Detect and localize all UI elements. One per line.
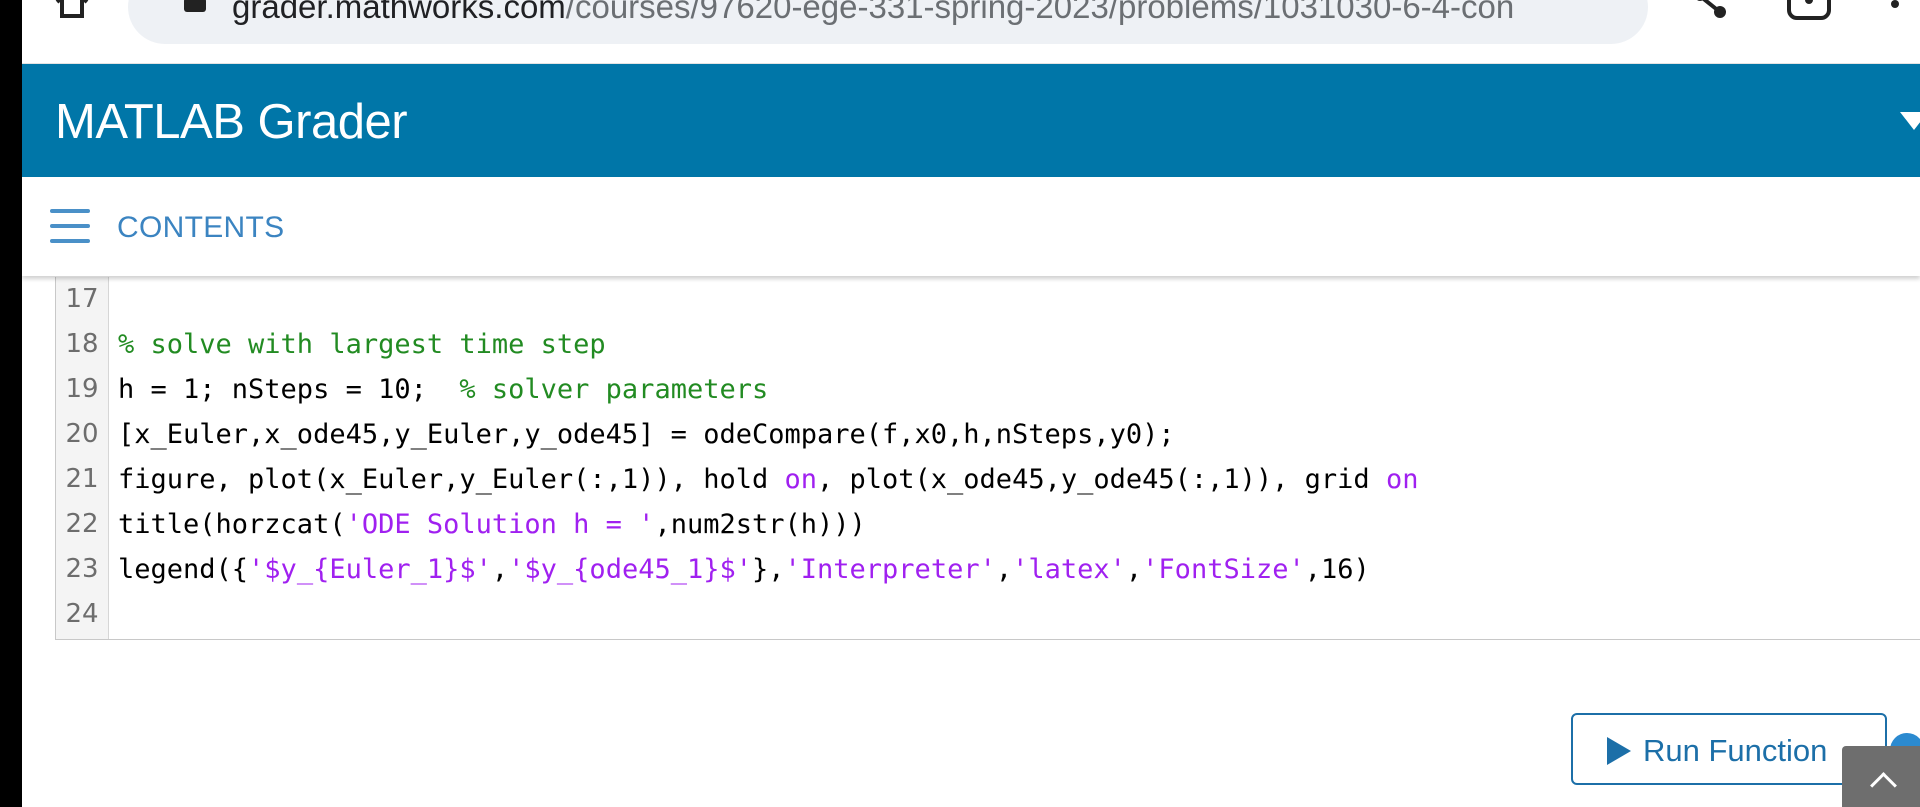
code-token-keyword: on (784, 464, 817, 495)
code-line[interactable]: 17 (56, 277, 1920, 322)
line-code: legend({'$y_{Euler_1}$','$y_{ode45_1}$'}… (118, 547, 1370, 592)
code-token-plain: }, (752, 554, 785, 585)
code-token-plain: ,16) (1304, 554, 1370, 585)
line-code: title(horzcat('ODE Solution h = ',num2st… (118, 502, 866, 547)
code-token-string: '$y_{Euler_1}$' (248, 554, 492, 585)
code-token-string: 'latex' (1012, 554, 1126, 585)
code-token-string: 'FontSize' (1142, 554, 1305, 585)
line-number: 20 (65, 419, 99, 449)
code-token-plain: title(horzcat( (118, 509, 346, 540)
line-number: 23 (65, 554, 99, 584)
app-title: MATLAB Grader (55, 95, 408, 149)
run-function-label: Run Function (1643, 733, 1828, 768)
line-code: % solve with largest time step (118, 322, 606, 367)
code-token-keyword: on (1385, 464, 1419, 495)
code-token-plain: figure, plot(x_Euler,y_Euler(:,1)), hold (118, 464, 785, 495)
line-number: 22 (65, 509, 99, 539)
line-number: 24 (65, 599, 99, 629)
menu-dots-icon[interactable] (1888, 0, 1902, 22)
code-line[interactable]: 21 figure, plot(x_Euler,y_Euler(:,1)), ho… (56, 457, 1920, 502)
code-token-plain: h = 1; nSteps = 10; (118, 374, 460, 405)
share-icon[interactable] (1690, 0, 1730, 22)
code-token-comment: % solver parameters (459, 374, 769, 405)
url-host: grader.mathworks.com (232, 0, 566, 25)
code-line[interactable]: 24 (56, 592, 1920, 637)
app-header: MATLAB Grader (22, 64, 1920, 177)
lock-icon (184, 0, 206, 12)
caret-down-icon[interactable] (1900, 112, 1920, 130)
play-icon (1607, 737, 1631, 765)
code-line[interactable]: 18 % solve with largest time step (56, 322, 1920, 367)
page: grader.mathworks.com/courses/97620-ege-3… (22, 0, 1920, 807)
code-line[interactable]: 19 h = 1; nSteps = 10; % solver parameter… (56, 367, 1920, 412)
lens-icon[interactable] (1786, 0, 1832, 22)
code-token-plain: legend({ (118, 554, 249, 585)
line-code: h = 1; nSteps = 10; % solver parameters (118, 367, 768, 412)
run-function-button[interactable]: Run Function (1571, 713, 1887, 785)
code-editor[interactable]: 17 18 % solve with largest time step 19 h = … (55, 277, 1920, 640)
address-bar[interactable]: grader.mathworks.com/courses/97620-ege-3… (128, 0, 1648, 44)
code-token-string: 'Interpreter' (784, 554, 996, 585)
contents-bar: CONTENTS (22, 177, 1920, 276)
code-token-plain: , (491, 554, 509, 585)
hamburger-icon[interactable] (50, 209, 90, 243)
code-line[interactable]: 23 legend({'$y_{Euler_1}$','$y_{ode45_1}$… (56, 547, 1920, 592)
url-path: /courses/97620-ege-331-spring-2023/probl… (565, 0, 1515, 25)
home-icon[interactable] (54, 0, 90, 18)
code-token-plain: , plot(x_ode45,y_ode45(:,1)), grid (817, 464, 1386, 495)
browser-toolbar: grader.mathworks.com/courses/97620-ege-3… (22, 0, 1920, 64)
line-number: 18 (65, 329, 99, 359)
code-token-string: 'ODE Solution h = ' (345, 509, 655, 540)
line-code: [x_Euler,x_ode45,y_Euler,y_ode45] = odeC… (118, 412, 1175, 457)
code-token-plain: ,num2str(h))) (654, 509, 866, 540)
url-text: grader.mathworks.com/courses/97620-ege-3… (232, 0, 1514, 26)
chevron-up-icon (1870, 772, 1897, 799)
code-token-plain: , (995, 554, 1013, 585)
line-code: figure, plot(x_Euler,y_Euler(:,1)), hold… (118, 457, 1418, 502)
code-token-string: '$y_{ode45_1}$' (508, 554, 752, 585)
code-line[interactable]: 22 title(horzcat('ODE Solution h = ',num2… (56, 502, 1920, 547)
line-number: 19 (65, 374, 99, 404)
line-number: 17 (65, 284, 99, 314)
code-token-plain: , (1125, 554, 1143, 585)
code-token-plain: [x_Euler,x_ode45,y_Euler,y_ode45] = odeC… (118, 419, 1175, 450)
scroll-to-top-button[interactable] (1842, 746, 1920, 807)
code-line[interactable]: 20 [x_Euler,x_ode45,y_Euler,y_ode45] = od… (56, 412, 1920, 457)
line-number: 21 (65, 464, 99, 494)
code-token-comment: % solve with largest time step (118, 329, 606, 360)
contents-toggle[interactable]: CONTENTS (117, 211, 284, 245)
